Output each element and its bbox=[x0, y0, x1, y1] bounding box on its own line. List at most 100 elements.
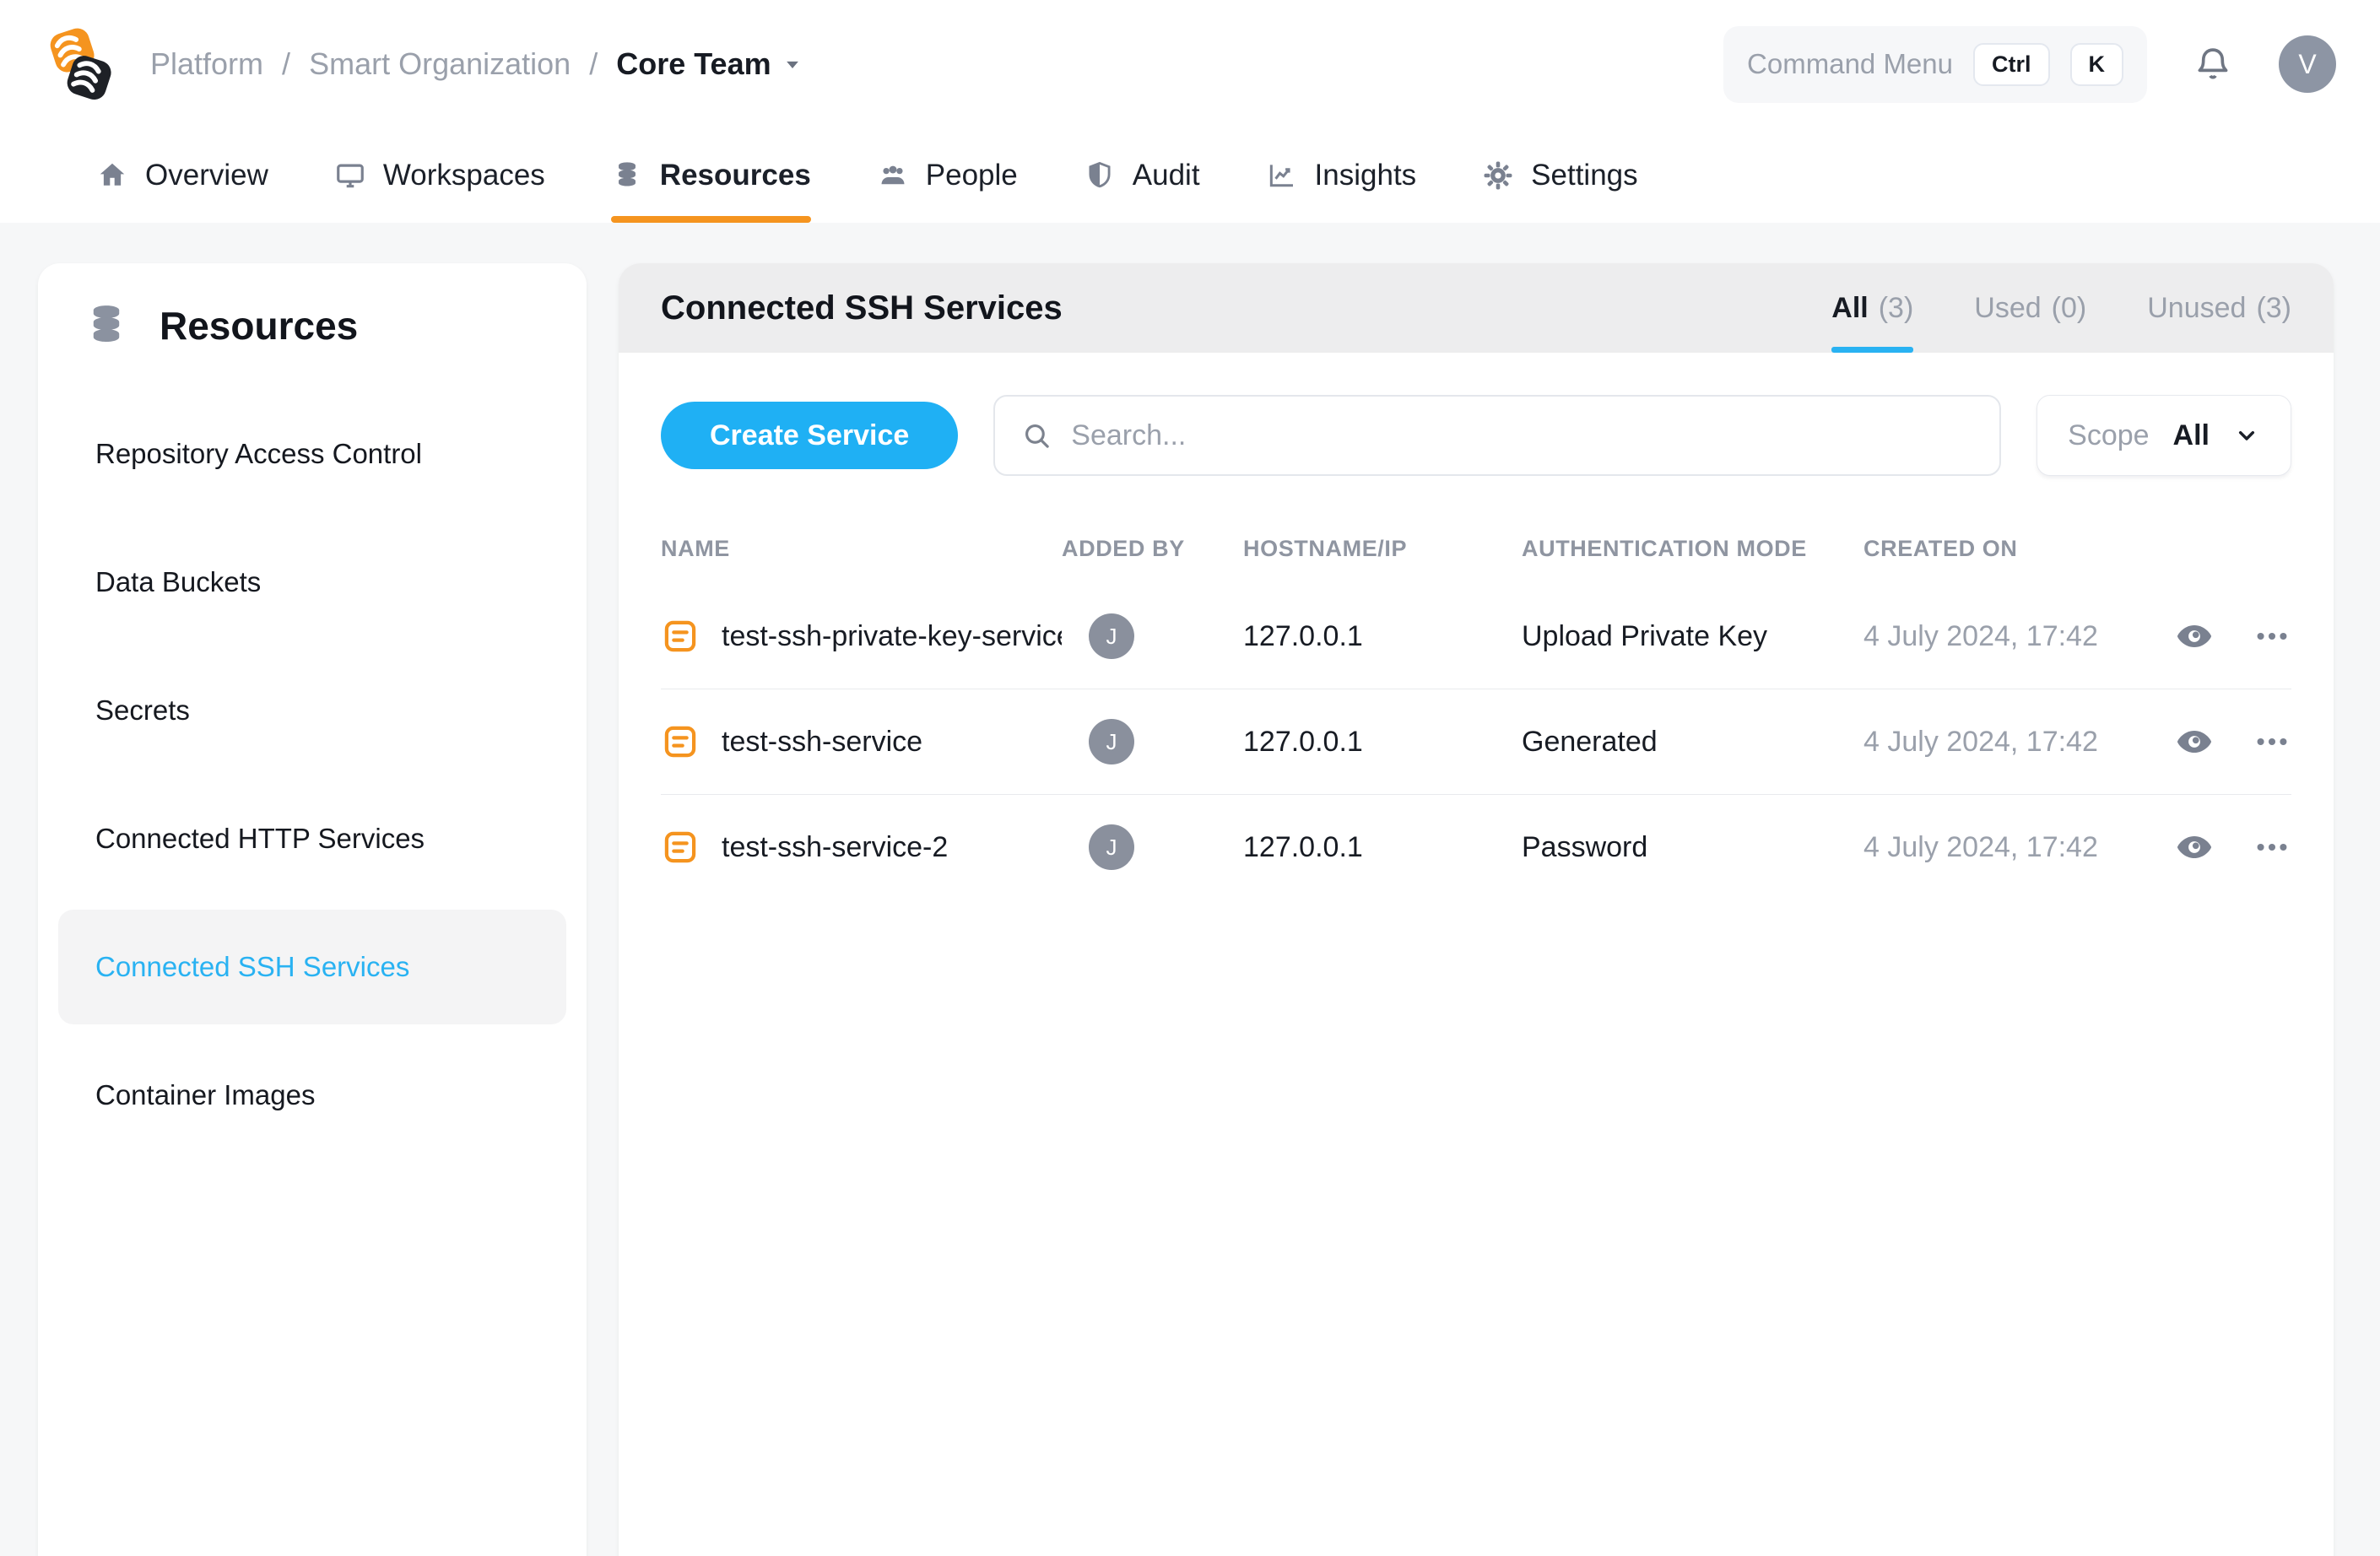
home-icon bbox=[96, 159, 128, 192]
tab-label: Resources bbox=[660, 159, 811, 192]
sidebar-item-container-images[interactable]: Container Images bbox=[58, 1038, 566, 1153]
table-row[interactable]: test-ssh-service J 127.0.0.1 Generated 4… bbox=[619, 689, 2334, 794]
created-on: 4 July 2024, 17:42 bbox=[1863, 620, 2155, 653]
created-on: 4 July 2024, 17:42 bbox=[1863, 831, 2155, 864]
scope-value: All bbox=[2173, 419, 2210, 452]
more-actions-icon[interactable] bbox=[2253, 828, 2291, 867]
tab-label: Insights bbox=[1315, 159, 1417, 192]
eye-icon[interactable] bbox=[2175, 722, 2214, 761]
breadcrumb-team-label: Core Team bbox=[616, 46, 771, 82]
logo-knot-icon bbox=[44, 24, 116, 104]
sidebar-item-label: Secrets bbox=[95, 694, 190, 727]
created-on: 4 July 2024, 17:42 bbox=[1863, 726, 2155, 759]
tab-label: Workspaces bbox=[383, 159, 545, 192]
tab-label: Overview bbox=[145, 159, 268, 192]
filter-tab-label: Used bbox=[1974, 292, 2041, 325]
service-name: test-ssh-private-key-service bbox=[722, 620, 1062, 653]
sidebar-item-data-buckets[interactable]: Data Buckets bbox=[58, 525, 566, 640]
sidebar-item-label: Container Images bbox=[95, 1079, 315, 1111]
main-panel-header: Connected SSH Services All (3) Used (0) … bbox=[619, 263, 2334, 353]
added-by-avatar[interactable]: J bbox=[1089, 613, 1134, 659]
sidebar-title: Resources bbox=[160, 303, 358, 348]
chevron-down-icon bbox=[2233, 422, 2260, 449]
col-name: NAME bbox=[661, 536, 1062, 562]
page-body: Resources Repository Access Control Data… bbox=[0, 223, 2380, 1556]
more-actions-icon[interactable] bbox=[2253, 617, 2291, 656]
search-icon bbox=[1020, 419, 1052, 451]
hostname: 127.0.0.1 bbox=[1243, 831, 1522, 864]
sidebar-item-secrets[interactable]: Secrets bbox=[58, 653, 566, 768]
service-file-icon bbox=[661, 722, 700, 761]
added-by-avatar[interactable]: J bbox=[1089, 824, 1134, 870]
auth-mode: Upload Private Key bbox=[1522, 620, 1863, 653]
sidebar-item-connected-ssh-services[interactable]: Connected SSH Services bbox=[58, 910, 566, 1024]
tab-settings[interactable]: Settings bbox=[1482, 128, 1637, 223]
tab-label: Audit bbox=[1133, 159, 1200, 192]
database-icon bbox=[82, 300, 131, 351]
table-header-row: NAME ADDED BY HOSTNAME/IP AUTHENTICATION… bbox=[619, 513, 2334, 584]
search-input[interactable] bbox=[1071, 419, 1974, 452]
tab-workspaces[interactable]: Workspaces bbox=[334, 128, 545, 223]
table-row[interactable]: test-ssh-private-key-service J 127.0.0.1… bbox=[619, 584, 2334, 689]
eye-icon[interactable] bbox=[2175, 828, 2214, 867]
usage-filter-tabs: All (3) Used (0) Unused (3) bbox=[1831, 263, 2291, 353]
breadcrumb: Platform / Smart Organization / Core Tea… bbox=[150, 46, 805, 82]
service-file-icon bbox=[661, 617, 700, 656]
service-file-icon bbox=[661, 828, 700, 867]
kbd-k: K bbox=[2070, 43, 2124, 86]
breadcrumb-team-dropdown[interactable]: Core Team bbox=[616, 46, 804, 82]
filter-tab-unused[interactable]: Unused (3) bbox=[2147, 263, 2291, 353]
eye-icon[interactable] bbox=[2175, 617, 2214, 656]
added-by-initial: J bbox=[1106, 729, 1117, 755]
auth-mode: Password bbox=[1522, 831, 1863, 864]
toolbar: Create Service Scope All bbox=[619, 353, 2334, 476]
filter-tab-count: (3) bbox=[2256, 292, 2291, 325]
tab-label: Settings bbox=[1531, 159, 1637, 192]
kbd-ctrl: Ctrl bbox=[1973, 43, 2050, 86]
database-icon bbox=[611, 159, 643, 192]
tab-overview[interactable]: Overview bbox=[96, 128, 268, 223]
tab-people[interactable]: People bbox=[877, 128, 1018, 223]
people-icon bbox=[877, 159, 909, 192]
added-by-initial: J bbox=[1106, 624, 1117, 650]
tab-resources[interactable]: Resources bbox=[611, 128, 811, 223]
scope-dropdown[interactable]: Scope All bbox=[2037, 395, 2291, 476]
col-auth-mode: AUTHENTICATION MODE bbox=[1522, 536, 1863, 562]
command-menu-button[interactable]: Command Menu Ctrl K bbox=[1723, 26, 2147, 103]
monitor-icon bbox=[334, 159, 366, 192]
chart-icon bbox=[1266, 159, 1298, 192]
top-header: Platform / Smart Organization / Core Tea… bbox=[0, 0, 2380, 223]
sidebar-item-label: Data Buckets bbox=[95, 566, 261, 598]
main-panel: Connected SSH Services All (3) Used (0) … bbox=[619, 263, 2334, 1556]
user-avatar[interactable]: V bbox=[2279, 35, 2336, 93]
added-by-avatar[interactable]: J bbox=[1089, 719, 1134, 764]
sidebar-item-label: Connected SSH Services bbox=[95, 951, 409, 983]
filter-tab-count: (0) bbox=[2052, 292, 2087, 325]
scope-label: Scope bbox=[2068, 419, 2149, 452]
bell-icon[interactable] bbox=[2191, 42, 2235, 86]
tab-insights[interactable]: Insights bbox=[1266, 128, 1417, 223]
tab-audit[interactable]: Audit bbox=[1084, 128, 1200, 223]
filter-tab-all[interactable]: All (3) bbox=[1831, 263, 1913, 353]
table-row[interactable]: test-ssh-service-2 J 127.0.0.1 Password … bbox=[619, 795, 2334, 900]
col-added-by: ADDED BY bbox=[1062, 536, 1243, 562]
breadcrumb-separator: / bbox=[282, 46, 290, 82]
create-service-button[interactable]: Create Service bbox=[661, 402, 958, 469]
breadcrumb-platform[interactable]: Platform bbox=[150, 46, 263, 82]
filter-tab-count: (3) bbox=[1879, 292, 1914, 325]
primary-nav: Overview Workspaces Resources People bbox=[44, 128, 2336, 223]
gear-icon bbox=[1482, 159, 1514, 192]
col-hostname: HOSTNAME/IP bbox=[1243, 536, 1522, 562]
sidebar-item-label: Connected HTTP Services bbox=[95, 823, 425, 855]
user-avatar-initial: V bbox=[2298, 49, 2316, 80]
tab-label: People bbox=[926, 159, 1018, 192]
breadcrumb-organization[interactable]: Smart Organization bbox=[309, 46, 571, 82]
more-actions-icon[interactable] bbox=[2253, 722, 2291, 761]
sidebar-item-connected-http-services[interactable]: Connected HTTP Services bbox=[58, 781, 566, 896]
search-box[interactable] bbox=[993, 395, 2001, 476]
filter-tab-label: Unused bbox=[2147, 292, 2246, 325]
sidebar-item-repository-access-control[interactable]: Repository Access Control bbox=[58, 397, 566, 511]
filter-tab-used[interactable]: Used (0) bbox=[1974, 263, 2086, 353]
col-created-on: CREATED ON bbox=[1863, 536, 2155, 562]
caret-down-icon bbox=[780, 51, 805, 77]
